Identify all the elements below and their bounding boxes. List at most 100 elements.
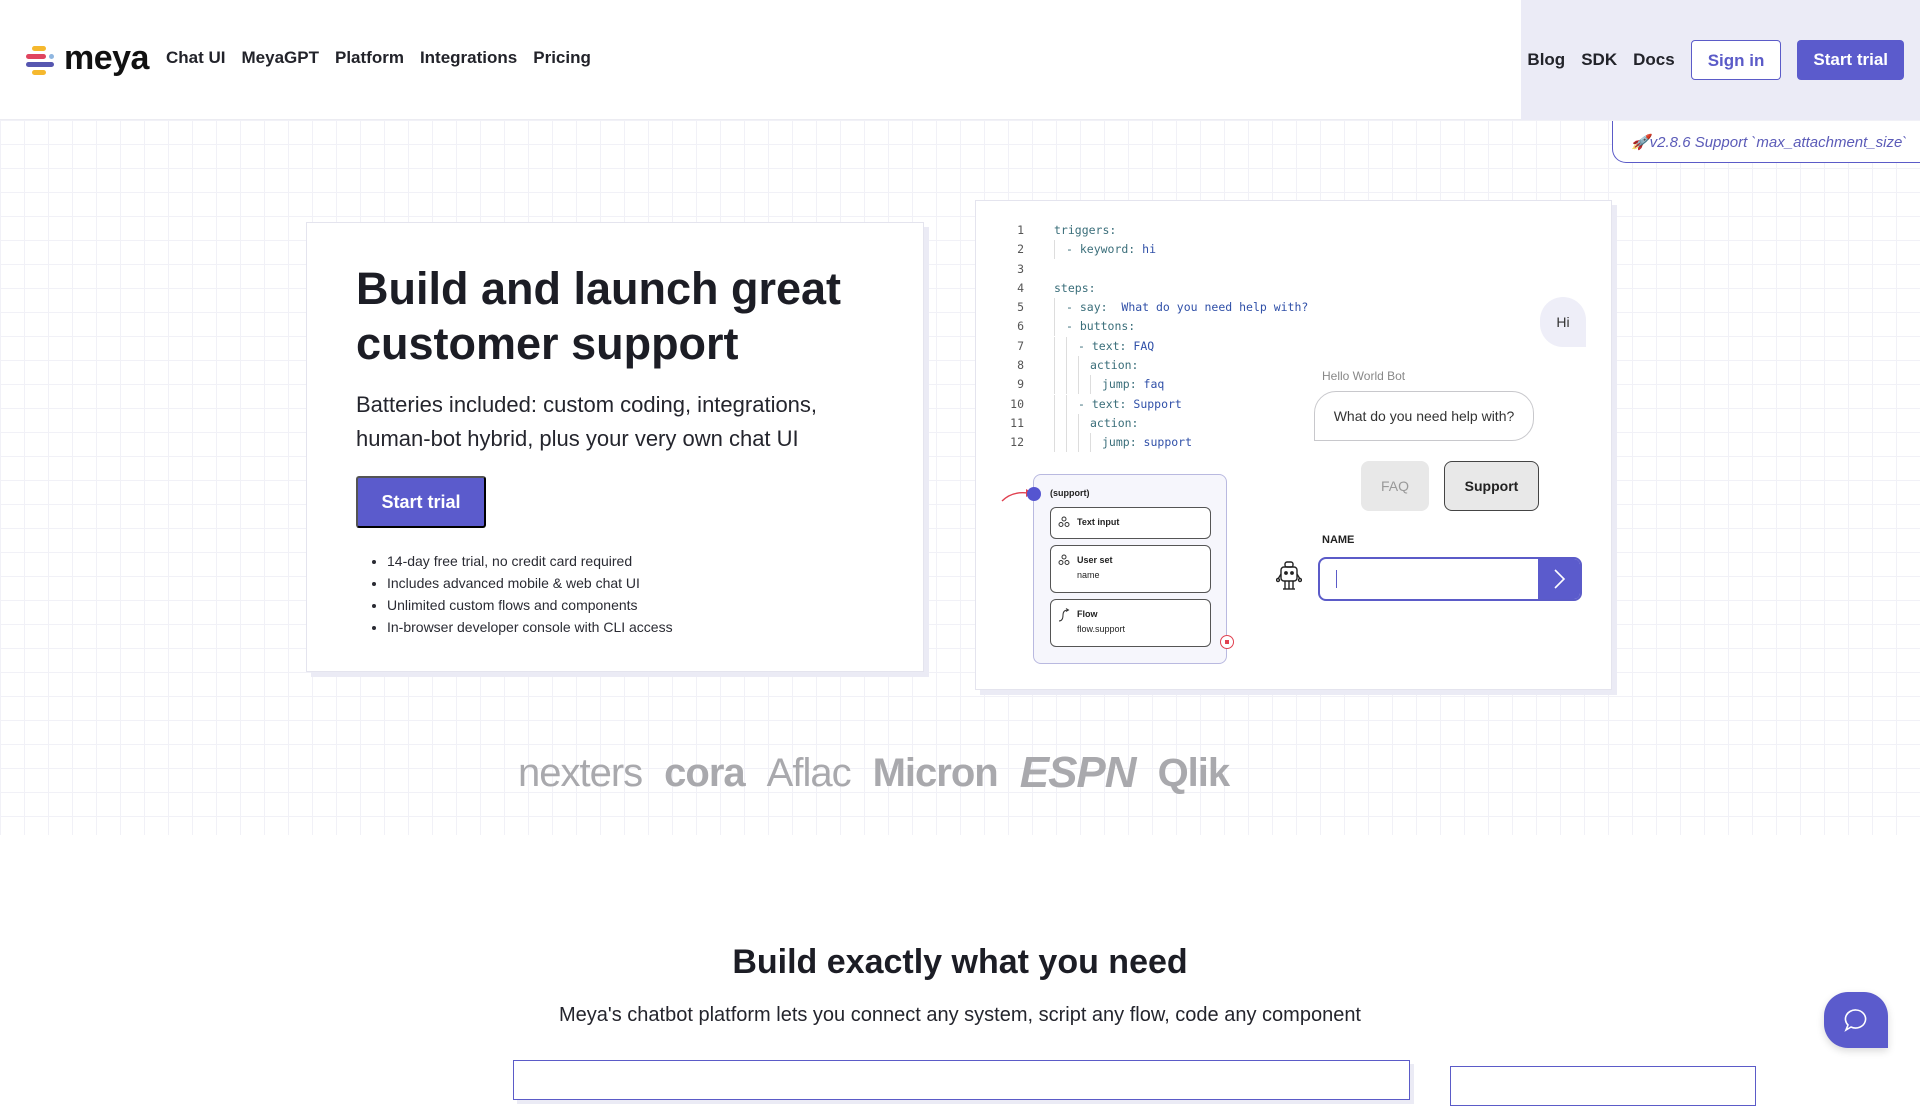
- customer-logos: nexters cora Aflac Micron ESPN Qlik: [518, 748, 1230, 798]
- name-field-label: NAME: [1322, 534, 1355, 546]
- flow-step-sub: name: [1077, 570, 1100, 580]
- logo-aflac: Aflac: [766, 750, 852, 795]
- flow-stop-icon: [1220, 635, 1234, 649]
- code-key: jump:: [1102, 377, 1137, 392]
- line-number: 5: [1017, 300, 1024, 315]
- code-value: Support: [1126, 396, 1182, 411]
- indent-guide: [1054, 356, 1066, 376]
- code-line: 8 action:: [1004, 356, 1308, 376]
- nav-docs[interactable]: Docs: [1633, 50, 1675, 70]
- indent-guide: [1078, 375, 1090, 395]
- code-line: 11 action:: [1004, 413, 1308, 433]
- line-number: 2: [1017, 242, 1024, 257]
- indent-guide: [1066, 375, 1078, 395]
- name-input-field[interactable]: [1320, 559, 1538, 599]
- indent-guide: [1054, 433, 1066, 453]
- indent-guide: [1090, 375, 1102, 395]
- quick-reply-faq[interactable]: FAQ: [1361, 461, 1429, 511]
- code-line: 2 - keyword: hi: [1004, 240, 1308, 260]
- code-line: 10 - text: Support: [1004, 394, 1308, 414]
- code-key: triggers:: [1054, 223, 1117, 237]
- feature-panel: [513, 1060, 1410, 1100]
- meya-logo-icon: [24, 44, 56, 76]
- section-title: Build exactly what you need: [732, 943, 1188, 981]
- flow-jump-icon: [1058, 608, 1070, 622]
- flow-step-heading: Text input: [1077, 517, 1120, 527]
- section-subtitle: Meya's chatbot platform lets you connect…: [559, 1004, 1361, 1026]
- indent-guide: [1090, 433, 1102, 453]
- code-line: 9 jump: faq: [1004, 375, 1308, 395]
- feature-item: Unlimited custom flows and components: [387, 594, 673, 616]
- flow-diagram: (support) Text input User set name Flow …: [1027, 474, 1234, 664]
- nav-blog[interactable]: Blog: [1527, 50, 1565, 70]
- code-line: 5 - say: What do you need help with?: [1004, 298, 1309, 318]
- flow-start-dot: [1027, 487, 1041, 501]
- robot-icon: [1275, 561, 1303, 596]
- code-key: steps:: [1054, 280, 1096, 295]
- flow-step-sub: flow.support: [1077, 624, 1126, 634]
- grid-background: [0, 120, 1920, 835]
- flow-step-flow[interactable]: Flow flow.support: [1050, 599, 1211, 647]
- indent-guide: [1054, 394, 1066, 414]
- release-banner[interactable]: 🚀v2.8.6 Support `max_attachment_size`: [1612, 121, 1920, 163]
- code-key: action:: [1090, 415, 1139, 430]
- chat-bubble-icon: [1844, 1009, 1867, 1032]
- code-value: What do you need help with?: [1107, 300, 1309, 315]
- indent-guide: [1066, 394, 1078, 414]
- flow-step-text-input[interactable]: Text input: [1050, 507, 1211, 539]
- indent-guide: [1066, 356, 1078, 376]
- logo-text: meya: [64, 39, 149, 77]
- text-caret: [1336, 570, 1337, 588]
- indent-guide: [1054, 317, 1066, 337]
- chevron-right-icon: [1554, 569, 1566, 589]
- line-number: 6: [1017, 319, 1024, 334]
- line-number: 10: [1010, 396, 1024, 411]
- flow-step-heading: User set: [1077, 555, 1113, 565]
- logo-cora: cora: [664, 750, 745, 795]
- nav-sdk[interactable]: SDK: [1581, 50, 1617, 70]
- component-icon: [1058, 516, 1070, 527]
- indent-guide: [1078, 433, 1090, 453]
- hero-feature-list: 14-day free trial, no credit card requir…: [387, 550, 673, 638]
- code-value: support: [1136, 435, 1193, 450]
- name-input[interactable]: [1318, 557, 1582, 601]
- logo-espn: ESPN: [1019, 748, 1137, 797]
- open-chat-button[interactable]: [1824, 992, 1888, 1048]
- code-key: action:: [1090, 358, 1139, 373]
- code-key: - text:: [1078, 338, 1127, 353]
- feature-item: In-browser developer console with CLI ac…: [387, 616, 673, 638]
- indent-guide: [1066, 433, 1078, 453]
- meya-logo[interactable]: meya: [24, 39, 149, 77]
- line-number: 1: [1017, 223, 1024, 237]
- code-value: FAQ: [1126, 338, 1155, 353]
- flow-step-heading: Flow: [1077, 609, 1098, 619]
- bot-message-bubble: What do you need help with?: [1314, 391, 1534, 441]
- code-line: 7 - text: FAQ: [1004, 336, 1308, 356]
- indent-guide: [1054, 240, 1066, 260]
- header-start-trial-button[interactable]: Start trial: [1797, 40, 1904, 80]
- indent-guide: [1078, 356, 1090, 376]
- code-key: - keyword:: [1066, 242, 1136, 257]
- user-message-bubble: Hi: [1540, 297, 1586, 347]
- nav-meyagpt[interactable]: MeyaGPT: [242, 48, 319, 68]
- send-button[interactable]: [1538, 559, 1580, 599]
- flow-step-user-set[interactable]: User set name: [1050, 545, 1211, 593]
- nav-platform[interactable]: Platform: [335, 48, 404, 68]
- indent-guide: [1066, 336, 1078, 356]
- line-number: 8: [1017, 358, 1024, 373]
- indent-guide: [1054, 298, 1066, 318]
- nav-chat-ui[interactable]: Chat UI: [166, 48, 226, 68]
- component-icon: [1058, 554, 1070, 565]
- sign-in-button[interactable]: Sign in: [1690, 40, 1782, 80]
- code-line: 6 - buttons:: [1004, 317, 1308, 337]
- code-line: 4 steps:: [1004, 279, 1308, 298]
- hero-title: Build and launch great customer support: [356, 263, 842, 369]
- nav-integrations[interactable]: Integrations: [420, 48, 517, 68]
- hero-start-trial-button[interactable]: Start trial: [356, 476, 486, 528]
- nav-pricing[interactable]: Pricing: [533, 48, 591, 68]
- quick-reply-support[interactable]: Support: [1444, 461, 1539, 511]
- bot-name-label: Hello World Bot: [1322, 369, 1406, 383]
- product-demo-panel: 1 triggers: 2- keyword: hi 3 4 steps: 5- say: …: [975, 200, 1612, 690]
- feature-item: Includes advanced mobile & web chat UI: [387, 572, 673, 594]
- line-number: 12: [1010, 435, 1024, 450]
